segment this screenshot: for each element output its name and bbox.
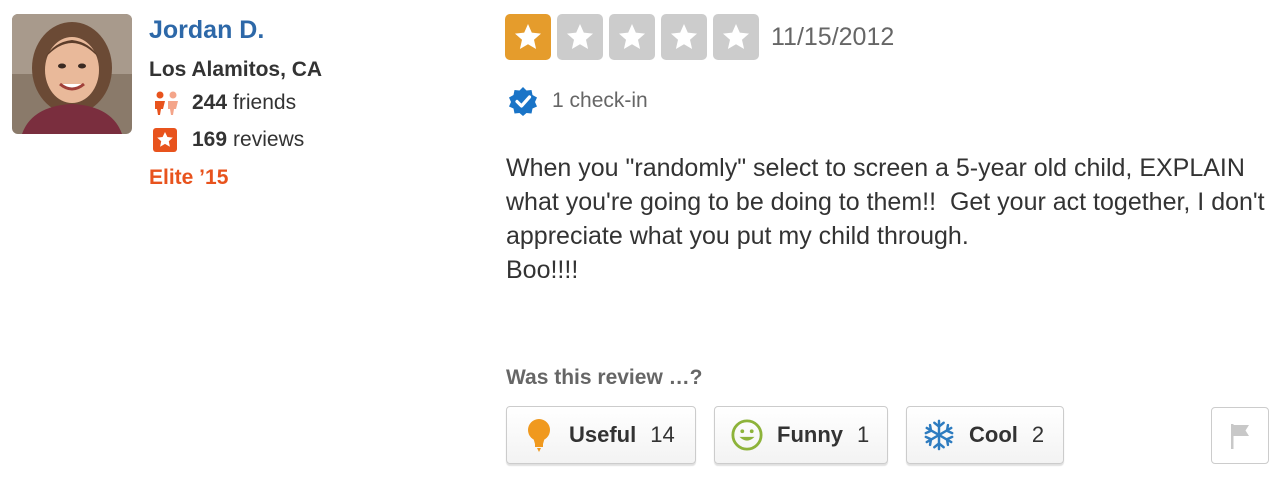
flag-icon	[1231, 423, 1249, 449]
checkin-indicator: 1 check-in	[508, 86, 648, 116]
lightbulb-icon	[523, 417, 555, 453]
star-rating	[505, 14, 765, 60]
user-name-link[interactable]: Jordan D.	[149, 16, 264, 45]
vote-prompt: Was this review …?	[506, 366, 703, 389]
funny-button[interactable]: Funny 1	[714, 406, 888, 464]
star-icon	[567, 24, 593, 49]
friends-stat: 244 friends	[152, 90, 296, 116]
review-text: When you "randomly" select to screen a 5…	[506, 151, 1266, 287]
snowflake-icon	[923, 417, 955, 453]
star-icon	[515, 24, 541, 49]
reviews-label: reviews	[233, 128, 305, 151]
star-5	[713, 14, 759, 60]
star-3	[609, 14, 655, 60]
review-star-icon	[152, 127, 182, 153]
cool-button[interactable]: Cool 2	[906, 406, 1064, 464]
review-paragraph: When you "randomly" select to screen a 5…	[506, 154, 1272, 250]
user-avatar[interactable]	[12, 14, 132, 134]
review-paragraph: Boo!!!!	[506, 256, 579, 284]
elite-badge[interactable]: Elite ’15	[149, 166, 228, 190]
friends-count: 244	[192, 91, 228, 114]
report-flag-button[interactable]	[1211, 407, 1269, 464]
useful-label: Useful	[569, 422, 637, 447]
friends-icon	[152, 90, 182, 116]
review-date: 11/15/2012	[771, 23, 895, 51]
reviews-stat: 169 reviews	[152, 127, 304, 153]
star-icon	[619, 24, 645, 49]
cool-label: Cool	[969, 422, 1018, 447]
friends-label: friends	[233, 91, 297, 114]
smiley-icon	[731, 417, 763, 453]
verified-check-icon	[509, 87, 537, 116]
avatar-image	[12, 14, 132, 134]
star-2	[557, 14, 603, 60]
reviews-count: 169	[192, 128, 228, 151]
checkin-text: 1 check-in	[552, 89, 648, 112]
useful-button[interactable]: Useful 14	[506, 406, 696, 464]
star-1	[505, 14, 551, 60]
star-icon	[723, 24, 749, 49]
useful-count: 14	[650, 422, 675, 447]
star-4	[661, 14, 707, 60]
cool-count: 2	[1031, 422, 1045, 447]
star-icon	[671, 24, 697, 49]
funny-label: Funny	[777, 422, 843, 447]
funny-count: 1	[857, 422, 870, 447]
user-location: Los Alamitos, CA	[149, 58, 323, 81]
